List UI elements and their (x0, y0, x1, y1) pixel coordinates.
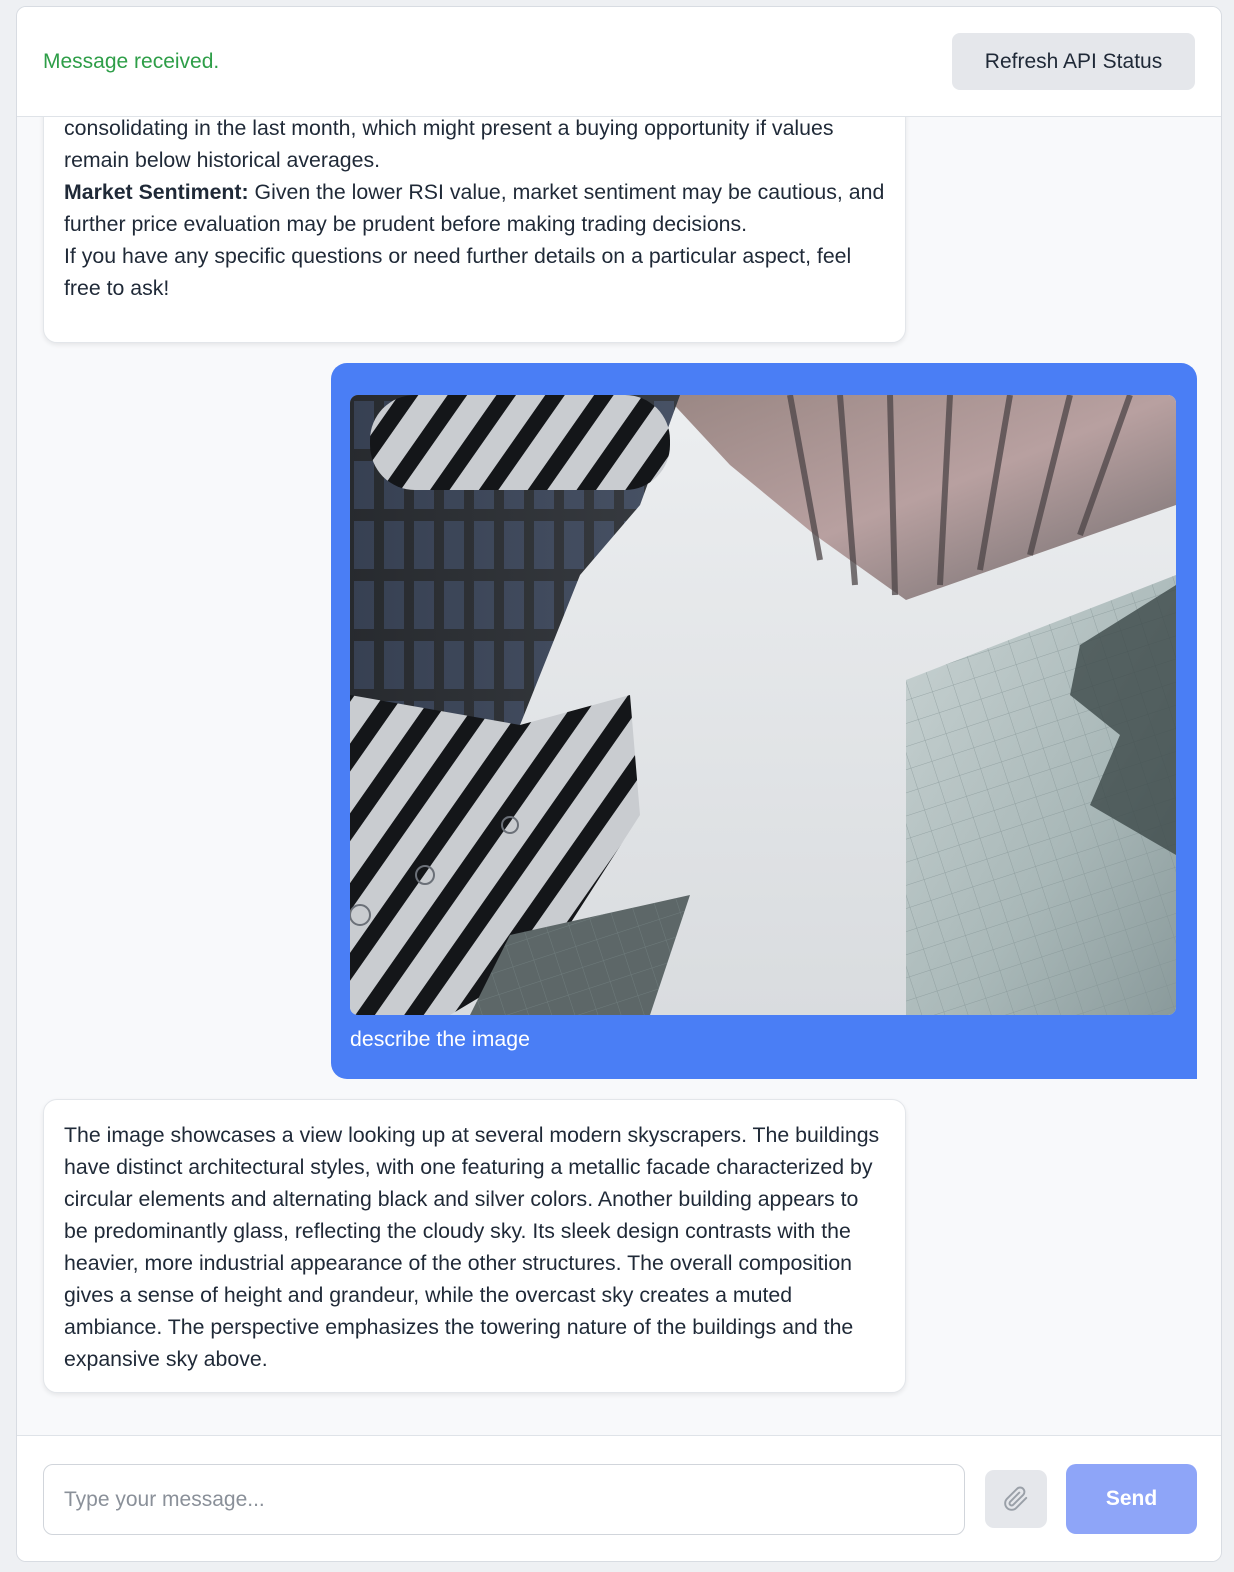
refresh-api-status-button[interactable]: Refresh API Status (952, 33, 1195, 90)
message-composer: Send (17, 1435, 1221, 1561)
message-input[interactable] (43, 1464, 965, 1535)
message-paragraph: consolidating in the last month, which m… (64, 117, 834, 172)
chat-header: Message received. Refresh API Status (17, 7, 1221, 117)
paperclip-icon (1004, 1486, 1028, 1511)
user-message-text: describe the image (350, 1027, 530, 1051)
status-message: Message received. (43, 49, 220, 73)
assistant-message: consolidating in the last month, which m… (43, 117, 906, 343)
assistant-message: The image showcases a view looking up at… (43, 1099, 906, 1393)
attach-button[interactable] (985, 1470, 1047, 1528)
message-list[interactable]: consolidating in the last month, which m… (17, 117, 1221, 1435)
chat-app: Message received. Refresh API Status con… (16, 6, 1222, 1562)
bold-label: Market Sentiment: (64, 180, 249, 204)
message-paragraph: The image showcases a view looking up at… (64, 1123, 880, 1371)
message-paragraph: If you have any specific questions or ne… (64, 244, 852, 300)
send-button[interactable]: Send (1066, 1464, 1197, 1534)
skyscrapers-photo[interactable] (350, 395, 1176, 1015)
user-message: describe the image (331, 363, 1197, 1079)
message-paragraph: Market Sentiment: Given the lower RSI va… (64, 176, 885, 240)
